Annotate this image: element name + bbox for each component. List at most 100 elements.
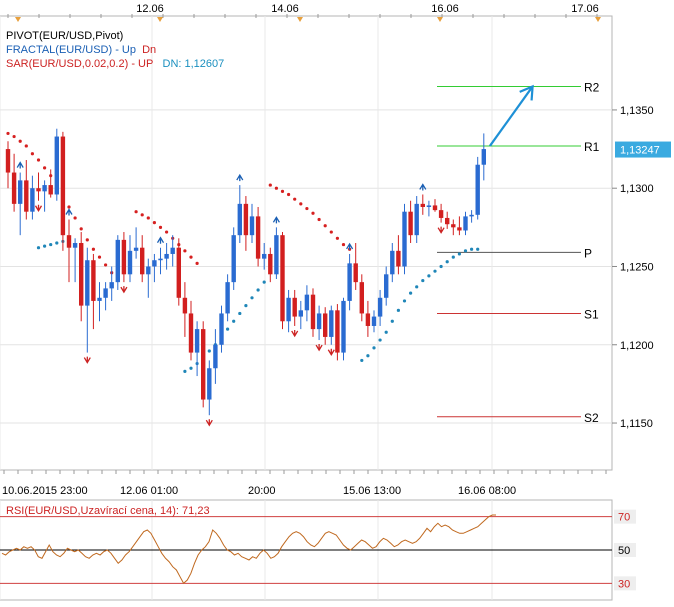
candle-body	[286, 297, 291, 322]
candle-body	[445, 217, 450, 225]
top-date-label: 14.06	[271, 3, 299, 15]
sar-dn-dot	[409, 291, 413, 295]
y-tick-label: 1,1200	[620, 340, 654, 352]
legend-pivot-label: PIVOT(EUR/USD,Pivot)	[6, 30, 124, 42]
sar-dn-dot	[433, 269, 437, 273]
candle-body	[323, 313, 328, 337]
sar-up-dot	[36, 158, 41, 162]
x-tick-label: 16.06 08:00	[458, 485, 516, 497]
candle-body	[359, 282, 364, 314]
sar-up-dot	[293, 197, 297, 201]
candle-body	[463, 216, 468, 231]
x-tick-label: 12.06 01:00	[120, 485, 178, 497]
legend-sar-sep: -	[128, 58, 139, 70]
main-plot-frame	[0, 15, 613, 471]
sar-up-dot	[335, 236, 339, 240]
pivot-level-label: P	[584, 246, 592, 260]
sar-dn-dot	[232, 319, 236, 323]
candle-body	[280, 235, 285, 322]
sar-up-dot	[140, 213, 144, 217]
candle-body	[85, 260, 90, 306]
pivot-level-label: R1	[584, 140, 600, 154]
candle-body	[42, 185, 47, 192]
candle-body	[353, 263, 358, 283]
legend-fractal-name: FRACTAL(EUR/USD)	[6, 44, 113, 56]
candle-body	[121, 239, 127, 275]
candle-body	[11, 172, 17, 204]
candle-body	[426, 205, 432, 207]
candle-body	[115, 239, 120, 283]
top-date-label: 12.06	[136, 3, 164, 15]
candle-body	[133, 247, 139, 251]
x-tick-label: 20:00	[248, 485, 276, 497]
candle-body	[97, 297, 102, 301]
sar-up-dot	[85, 238, 89, 242]
top-date-label: 17.06	[571, 3, 599, 15]
candle-body	[420, 203, 425, 207]
candle-body	[396, 250, 401, 267]
candle-body	[91, 260, 96, 301]
sar-up-dot	[43, 166, 47, 170]
sar-up-dot	[341, 242, 346, 247]
candle-body	[152, 260, 157, 267]
candle-body	[176, 247, 181, 298]
candle-body	[438, 210, 444, 218]
candle-body	[402, 211, 407, 267]
candle-body	[36, 188, 41, 192]
candle-body	[365, 313, 371, 326]
sar-up-dot	[268, 183, 272, 187]
candle-body	[408, 211, 413, 236]
y-tick-label: 1,1350	[620, 105, 654, 117]
sar-dn-dot	[360, 358, 364, 363]
candle-body	[207, 368, 212, 400]
candle-body	[201, 329, 206, 400]
candle-body	[231, 235, 236, 283]
sar-dn-dot	[470, 247, 474, 251]
sar-up-dot	[158, 225, 163, 229]
legend-fractal-sep: -	[112, 44, 122, 56]
sar-dn-dot	[36, 246, 41, 250]
sar-dn-dot	[207, 349, 211, 353]
sar-up-dot	[91, 247, 95, 251]
sar-up-dot	[165, 230, 169, 234]
sar-dn-dot	[238, 311, 242, 316]
candle-body	[341, 300, 346, 353]
sar-up-dot	[6, 131, 10, 136]
candle-body	[292, 297, 297, 317]
sar-up-dot	[305, 206, 309, 211]
candle-body	[469, 214, 474, 217]
candle-body	[255, 216, 261, 259]
candle-body	[225, 282, 230, 314]
sar-dn-dot	[384, 330, 388, 334]
candle-body	[384, 274, 389, 298]
sar-up-dot	[152, 221, 156, 225]
pivot-level-label: R2	[584, 80, 600, 94]
candle-body	[414, 203, 419, 236]
candle-body	[347, 263, 352, 301]
pivot-level-label: S2	[584, 411, 599, 425]
legend-sar-name: SAR(EUR/USD,0.02,0.2)	[6, 58, 129, 70]
top-date-label: 16.06	[431, 3, 459, 15]
legend-sar: SAR(EUR/USD,0.02,0.2) - UP DN: 1,12607	[6, 57, 224, 71]
sar-dn-dot	[372, 346, 376, 350]
sar-dn-dot	[439, 264, 443, 269]
candle-body	[237, 203, 242, 236]
candle-body	[335, 310, 340, 353]
candle-body	[249, 216, 255, 236]
candle-body	[60, 136, 66, 236]
sar-dn-dot	[183, 369, 187, 373]
candle-body	[24, 180, 29, 212]
candle-body	[310, 294, 316, 330]
sar-up-dot	[323, 224, 327, 228]
sar-up-dot	[299, 202, 303, 206]
sar-dn-dot	[463, 249, 468, 253]
sar-up-dot	[183, 249, 187, 253]
candle-body	[219, 313, 224, 345]
candle-body	[268, 253, 273, 275]
sar-up-dot	[104, 263, 108, 267]
rsi-level-label: 70	[618, 512, 630, 524]
sar-up-dot	[317, 217, 321, 222]
legend-sar-dn: DN: 1,12607	[162, 58, 225, 70]
sar-dn-dot	[476, 247, 480, 251]
sar-up-dot	[18, 139, 22, 143]
